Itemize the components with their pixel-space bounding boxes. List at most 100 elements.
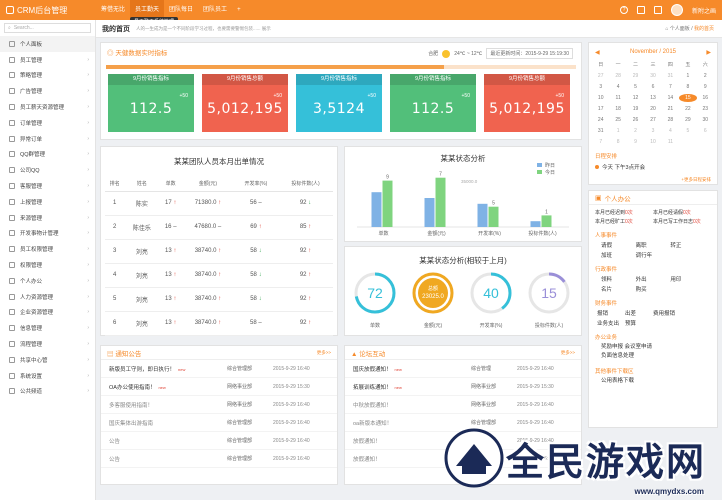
topnav-item[interactable]: 筹借无比 [96,0,130,20]
calendar-day[interactable]: 20 [644,105,661,113]
calendar-day[interactable]: 6 [644,83,661,91]
section-link[interactable]: 公用表格下载 [601,377,705,386]
forum-more-link[interactable]: 更多>> [561,350,575,356]
calendar-day[interactable]: 9 [627,138,644,146]
calendar-day[interactable]: 8 [679,83,696,91]
calendar-day[interactable]: 1 [679,72,696,80]
calendar-day[interactable]: 3 [592,83,609,91]
calendar-day[interactable]: 3 [644,127,661,135]
list-item[interactable]: 公告 综合管理部 2015-9-29 16:40 [101,432,337,450]
section-link[interactable]: 外出 [636,275,671,283]
section-link[interactable]: 转正 [670,241,705,249]
calendar-day[interactable]: 2 [697,72,714,80]
sidebar-item[interactable]: 信息管理 › [0,320,95,336]
section-link[interactable]: 业务支出 [597,319,625,327]
sidebar-item[interactable]: 员工权限管理 › [0,241,95,257]
calendar-day[interactable]: 8 [609,138,626,146]
calendar-day[interactable]: 18 [609,105,626,113]
sidebar-item[interactable]: 异常订单 › [0,131,95,147]
section-link[interactable]: 用印 [670,275,705,283]
calendar-day[interactable]: 10 [592,94,609,102]
next-month-icon[interactable]: ▶ [706,49,711,56]
calendar-day[interactable]: 4 [609,83,626,91]
calendar-day[interactable]: 21 [662,105,679,113]
sidebar-item[interactable]: 公司QQ › [0,162,95,178]
calendar-day[interactable]: 26 [627,116,644,124]
sidebar-item[interactable]: 公共频道 › [0,384,95,400]
calendar-day[interactable]: 17 [592,105,609,113]
kpi-card[interactable]: 9月份销售总额 +50 5,012,195 [202,74,288,132]
item-title[interactable]: 拓展训练通知！ new [353,383,471,391]
calendar-day[interactable]: 11 [662,138,679,146]
sidebar-item[interactable]: 上报管理 › [0,194,95,210]
table-row[interactable]: 5 刘亮 13 ↑ 38740.0 ↑ 58 ↓ 92 ↑ [105,287,333,312]
item-title[interactable]: OA办公使用指南！ new [109,383,227,391]
sidebar-item[interactable]: 员工薪天资源管理 › [0,99,95,115]
section-link[interactable]: 领料 [601,275,636,283]
item-title[interactable]: 公告 [109,455,227,463]
sidebar-item[interactable]: 企业资源管理 › [0,305,95,321]
app-logo[interactable]: CRM后台管理 [0,5,96,16]
item-title[interactable]: 公告 [109,437,227,445]
avatar[interactable] [670,4,683,16]
table-row[interactable]: 4 刘亮 13 ↑ 38740.0 ↑ 58 ↓ 92 ↑ [105,263,333,288]
calendar-day[interactable]: 7 [592,138,609,146]
item-title[interactable]: 中秋放假通知！ [353,401,471,409]
list-item[interactable]: 新版员工守则，即日执行！ new 综合管理部 2015-9-29 16:40 [101,360,337,378]
calendar-day-other[interactable]: 29 [627,72,644,80]
section-link[interactable]: 奖励申报 会议室申请 [601,343,705,352]
calendar-day[interactable]: 25 [609,116,626,124]
list-item[interactable]: OA办公使用指南！ new 网络事业部 2015-9-29 15:30 [101,378,337,396]
item-title[interactable]: 国庆集体出游指南 [109,419,227,427]
calendar-day[interactable]: 23 [697,105,714,113]
list-item[interactable]: 多客服使用指南！ 网络事业部 2015-9-29 16:40 [101,396,337,414]
list-item[interactable]: 国庆集体出游指南 综合管理部 2015-9-29 16:40 [101,414,337,432]
column-header[interactable]: 排名 [105,177,125,192]
calendar-day[interactable]: 28 [662,116,679,124]
sidebar-item[interactable]: 策略管理 › [0,68,95,84]
message-icon[interactable] [636,6,645,14]
help-icon[interactable]: ? [619,6,628,14]
column-header[interactable]: 姓名 [124,177,160,192]
calendar-day[interactable]: 10 [644,138,661,146]
section-link[interactable]: 预算 [625,319,653,327]
calendar-day[interactable]: 30 [697,116,714,124]
sidebar-item[interactable]: QQ群管理 › [0,147,95,163]
calendar-day[interactable]: 19 [627,105,644,113]
item-title[interactable]: 多客服使用指南！ [109,401,227,409]
section-link[interactable]: 负面信息处理 [601,352,705,361]
sidebar-item[interactable]: 系统设置 › [0,368,95,384]
kpi-card[interactable]: 9月份销售指标 +50 3,5124 [296,74,382,132]
calendar-day[interactable]: 29 [679,116,696,124]
sidebar-item[interactable]: 个人办公 › [0,273,95,289]
calendar-day[interactable]: 4 [662,127,679,135]
calendar-day[interactable]: 1 [609,127,626,135]
kpi-card[interactable]: 9月份销售总额 +50 5,012,195 [484,74,570,132]
calendar-day[interactable]: 16 [697,94,714,102]
sidebar-item[interactable]: 人力资源管理 › [0,289,95,305]
sidebar-item[interactable]: 员工管理 › [0,52,95,68]
calendar-day[interactable]: 5 [679,127,696,135]
calendar-day[interactable]: 12 [627,94,644,102]
column-header[interactable]: 单数 [159,177,183,192]
column-header[interactable]: 金额(元) [182,177,234,192]
calendar-day[interactable]: 6 [697,127,714,135]
table-row[interactable]: 3 刘亮 13 ↑ 38740.0 ↑ 58 ↓ 92 ↑ [105,239,333,264]
calendar-day[interactable]: 13 [644,94,661,102]
calendar-day[interactable]: 14 [662,94,679,102]
sidebar-item[interactable]: 订单管理 › [0,115,95,131]
column-header[interactable]: 投标件数(人) [277,177,333,192]
schedule-item[interactable]: 今天 下午3点开会 [595,163,711,171]
section-link[interactable]: 购买 [636,285,671,293]
list-item[interactable]: 公告 综合管理部 2015-9-29 16:40 [101,450,337,468]
kpi-card[interactable]: 9月份销售指标 +50 112.5 [390,74,476,132]
section-link[interactable]: 加班 [601,251,636,259]
table-row[interactable]: 1 陈实 17 ↑ 71380.0 ↑ 56 –92 ↓ [105,191,333,216]
calendar-day[interactable]: 24 [592,116,609,124]
section-link[interactable]: 名片 [601,285,636,293]
add-tab-button[interactable]: + [232,0,246,20]
prev-month-icon[interactable]: ◀ [595,49,600,56]
home-icon[interactable]: ⌂ [665,26,668,32]
search-input[interactable]: Search... [14,25,34,31]
section-link[interactable]: 费用报销 [653,309,681,317]
